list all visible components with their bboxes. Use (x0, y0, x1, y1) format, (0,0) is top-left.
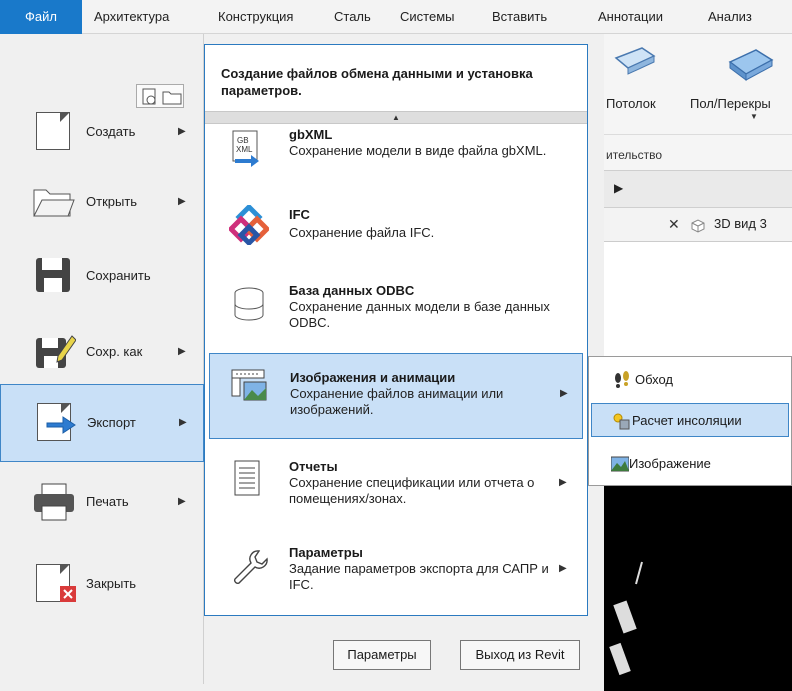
image-icon (611, 456, 629, 472)
chevron-right-icon: ▶ (179, 417, 187, 428)
ribbon-divider (604, 134, 792, 135)
app-menu-left-column: Создать ▶ Открыть ▶ Сохранить Сохр. как … (0, 34, 204, 684)
ifc-desc: Сохранение файла IFC. (289, 225, 435, 240)
gbxml-title: gbXML (289, 127, 333, 142)
menu-save-label: Сохранить (86, 268, 151, 283)
submenu-walkthrough-label: Обход (635, 372, 674, 387)
svg-text:XML: XML (236, 145, 253, 154)
tab-architecture[interactable]: Архитектура (86, 0, 177, 34)
chevron-down-icon[interactable]: ▼ (750, 112, 758, 121)
exit-revit-button[interactable]: Выход из Revit (460, 640, 580, 670)
chevron-right-icon: ▶ (178, 196, 186, 207)
reports-title: Отчеты (289, 459, 338, 474)
tab-structure[interactable]: Конструкция (210, 0, 301, 34)
new-document-icon (32, 110, 76, 152)
view-tab-bar: ✕ 3D вид 3 (604, 208, 792, 242)
export-gbxml[interactable]: GB XML gbXML Сохранение модели в виде фа… (209, 125, 583, 185)
export-icon (33, 401, 77, 443)
images-animations-title: Изображения и анимации (290, 370, 456, 385)
export-images-animations[interactable]: Изображения и анимации Сохранение файлов… (209, 353, 583, 439)
reports-desc: Сохранение спецификации или отчета о пом… (289, 475, 535, 506)
menu-print-label: Печать (86, 494, 129, 509)
solar-study-icon (613, 413, 630, 430)
3d-view-icon (691, 219, 705, 233)
3d-model-annotations (609, 561, 643, 676)
menu-close[interactable]: Закрыть (0, 546, 204, 622)
ribbon-tab-bar: Файл Архитектура Конструкция Сталь Систе… (0, 0, 792, 34)
svg-text:GB: GB (237, 136, 249, 145)
menu-save-as-label: Сохр. как (86, 344, 143, 359)
gbxml-icon: GB XML (232, 130, 259, 167)
menu-export[interactable]: Экспорт ▶ (0, 384, 204, 462)
chevron-right-icon: ▶ (559, 563, 567, 574)
chevron-right-icon: ▶ (178, 346, 186, 357)
tab-annotate[interactable]: Аннотации (590, 0, 671, 34)
menu-open[interactable]: Открыть ▶ (0, 164, 204, 240)
view-canvas (604, 472, 792, 691)
menu-close-label: Закрыть (86, 576, 137, 591)
open-folder-icon (33, 189, 75, 217)
submenu-solar-study-label: Расчет инсоляции (632, 413, 742, 428)
tab-steel[interactable]: Сталь (326, 0, 379, 34)
menu-open-label: Открыть (86, 194, 138, 209)
ceiling-button-label[interactable]: Потолок (606, 96, 656, 111)
menu-new[interactable]: Создать ▶ (0, 94, 204, 170)
play-icon[interactable]: ▶ (614, 181, 623, 195)
submenu-image[interactable]: Изображение (591, 447, 789, 481)
ifc-icon (229, 205, 269, 245)
gbxml-desc: Сохранение модели в виде файла gbXML. (289, 143, 547, 158)
odbc-desc: Сохранение данных модели в базе данных O… (289, 299, 550, 330)
export-ifc[interactable]: IFC Сохранение файла IFC. (209, 195, 583, 259)
report-icon (234, 460, 260, 496)
chevron-right-icon: ▶ (559, 477, 567, 488)
walkthrough-icon (615, 371, 629, 388)
chevron-right-icon: ▶ (560, 388, 568, 399)
menu-save-as[interactable]: Сохр. как ▶ (0, 314, 204, 390)
menu-new-label: Создать (86, 124, 136, 139)
panel-title: Создание файлов обмена данными и установ… (221, 66, 533, 98)
export-panel: Создание файлов обмена данными и установ… (204, 44, 588, 616)
ceiling-icon[interactable] (612, 44, 656, 86)
floor-button-label[interactable]: Пол/Перекры (690, 96, 771, 111)
chevron-right-icon: ▶ (178, 496, 186, 507)
images-animations-desc: Сохранение файлов анимации или изображен… (290, 386, 504, 417)
submenu-solar-study[interactable]: Расчет инсоляции (591, 403, 789, 437)
tab-analyze[interactable]: Анализ (700, 0, 760, 34)
options-button[interactable]: Параметры (333, 640, 431, 670)
tab-systems[interactable]: Системы (392, 0, 462, 34)
close-view-tab-button[interactable]: ✕ (668, 216, 680, 233)
wrench-icon (234, 550, 268, 584)
database-icon (234, 287, 264, 321)
submenu-image-label: Изображение (629, 456, 711, 471)
save-as-icon (36, 335, 76, 368)
menu-print[interactable]: Печать ▶ (0, 464, 204, 540)
scroll-up-button[interactable]: ▲ (205, 111, 587, 124)
floor-icon[interactable] (728, 40, 774, 88)
printer-icon (34, 483, 74, 521)
close-document-icon (32, 562, 76, 604)
options-desc: Задание параметров экспорта для САПР и I… (289, 561, 549, 592)
save-icon (36, 258, 70, 292)
properties-toolbar: ▶ (604, 170, 792, 208)
ribbon-group-label: ительство (606, 148, 663, 162)
options-title: Параметры (289, 545, 363, 560)
view-tab-3d[interactable]: 3D вид 3 (714, 216, 767, 231)
export-odbc[interactable]: База данных ODBC Сохранение данных модел… (209, 269, 583, 345)
menu-export-label: Экспорт (87, 415, 136, 430)
submenu-walkthrough[interactable]: Обход (591, 363, 789, 397)
tab-insert[interactable]: Вставить (484, 0, 555, 34)
export-reports[interactable]: Отчеты Сохранение спецификации или отчет… (209, 447, 583, 523)
tab-file[interactable]: Файл (0, 0, 82, 34)
menu-save[interactable]: Сохранить (0, 238, 204, 314)
images-animation-icon (231, 369, 267, 401)
images-animations-submenu: Обход Расчет инсоляции Изображение (588, 356, 792, 486)
chevron-right-icon: ▶ (178, 126, 186, 137)
export-options[interactable]: Параметры Задание параметров экспорта дл… (209, 533, 583, 609)
odbc-title: База данных ODBC (289, 283, 415, 298)
ifc-title: IFC (289, 207, 310, 222)
